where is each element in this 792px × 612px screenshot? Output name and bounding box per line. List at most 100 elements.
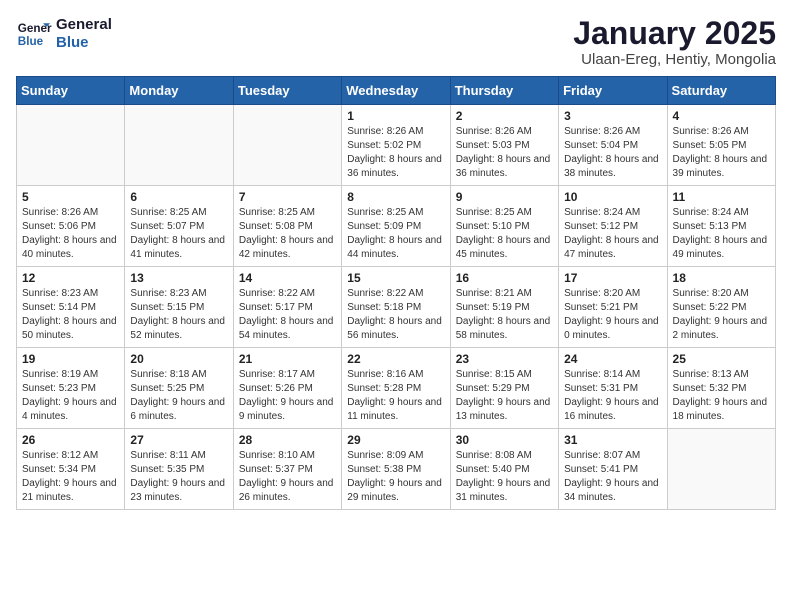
day-number-22: 22	[347, 352, 444, 366]
logo-text-blue: Blue	[56, 34, 112, 52]
day-cell-23: 23 Sunrise: 8:15 AM Sunset: 5:29 PM Dayli…	[450, 348, 558, 429]
day-info-23: Sunrise: 8:15 AM Sunset: 5:29 PM Dayligh…	[456, 368, 553, 424]
week-row-5: 26 Sunrise: 8:12 AM Sunset: 5:34 PM Dayli…	[17, 429, 776, 510]
day-info-5: Sunrise: 8:26 AM Sunset: 5:06 PM Dayligh…	[22, 206, 119, 262]
day-info-26: Sunrise: 8:12 AM Sunset: 5:34 PM Dayligh…	[22, 449, 119, 505]
day-cell-27: 27Sunrise: 8:11 AM Sunset: 5:35 PM Dayli…	[125, 429, 233, 510]
day-number-20: 20	[130, 352, 227, 366]
weekday-header-row: SundayMondayTuesdayWednesdayThursdayFrid…	[17, 77, 776, 105]
day-cell-6: 6 Sunrise: 8:25 AM Sunset: 5:07 PM Daylig…	[125, 186, 233, 267]
day-cell-12: 12 Sunrise: 8:23 AM Sunset: 5:14 PM Dayli…	[17, 267, 125, 348]
day-info-3: Sunrise: 8:26 AM Sunset: 5:04 PM Dayligh…	[564, 125, 661, 181]
svg-text:Blue: Blue	[18, 35, 44, 48]
day-info-6: Sunrise: 8:25 AM Sunset: 5:07 PM Dayligh…	[130, 206, 227, 262]
calendar-subtitle: Ulaan-Ereg, Hentiy, Mongolia	[573, 51, 776, 68]
header-wednesday: Wednesday	[342, 77, 450, 105]
day-info-15: Sunrise: 8:22 AM Sunset: 5:18 PM Dayligh…	[347, 287, 444, 343]
day-cell-11: 11Sunrise: 8:24 AM Sunset: 5:13 PM Dayli…	[667, 186, 775, 267]
day-info-17: Sunrise: 8:20 AM Sunset: 5:21 PM Dayligh…	[564, 287, 661, 343]
day-info-20: Sunrise: 8:18 AM Sunset: 5:25 PM Dayligh…	[130, 368, 227, 424]
day-number-29: 29	[347, 433, 444, 447]
day-number-9: 9	[456, 190, 553, 204]
day-cell-17: 17 Sunrise: 8:20 AM Sunset: 5:21 PM Dayli…	[559, 267, 667, 348]
empty-cell	[667, 429, 775, 510]
day-info-2: Sunrise: 8:26 AM Sunset: 5:03 PM Dayligh…	[456, 125, 553, 181]
day-number-2: 2	[456, 109, 553, 123]
header-sunday: Sunday	[17, 77, 125, 105]
calendar-table: SundayMondayTuesdayWednesdayThursdayFrid…	[16, 76, 776, 510]
day-cell-8: 8 Sunrise: 8:25 AM Sunset: 5:09 PM Daylig…	[342, 186, 450, 267]
header-saturday: Saturday	[667, 77, 775, 105]
day-cell-19: 19 Sunrise: 8:19 AM Sunset: 5:23 PM Dayli…	[17, 348, 125, 429]
day-info-25: Sunrise: 8:13 AM Sunset: 5:32 PM Dayligh…	[673, 368, 770, 424]
day-number-27: 27	[130, 433, 227, 447]
day-info-21: Sunrise: 8:17 AM Sunset: 5:26 PM Dayligh…	[239, 368, 336, 424]
day-cell-9: 9 Sunrise: 8:25 AM Sunset: 5:10 PM Daylig…	[450, 186, 558, 267]
day-number-8: 8	[347, 190, 444, 204]
day-number-1: 1	[347, 109, 444, 123]
header-tuesday: Tuesday	[233, 77, 341, 105]
day-cell-28: 28Sunrise: 8:10 AM Sunset: 5:37 PM Dayli…	[233, 429, 341, 510]
empty-cell	[233, 105, 341, 186]
day-cell-25: 25Sunrise: 8:13 AM Sunset: 5:32 PM Dayli…	[667, 348, 775, 429]
day-cell-3: 3 Sunrise: 8:26 AM Sunset: 5:04 PM Daylig…	[559, 105, 667, 186]
day-number-30: 30	[456, 433, 553, 447]
day-cell-20: 20 Sunrise: 8:18 AM Sunset: 5:25 PM Dayli…	[125, 348, 233, 429]
logo-icon: General Blue	[16, 16, 52, 52]
day-cell-4: 4Sunrise: 8:26 AM Sunset: 5:05 PM Daylig…	[667, 105, 775, 186]
day-cell-14: 14Sunrise: 8:22 AM Sunset: 5:17 PM Dayli…	[233, 267, 341, 348]
logo-text-general: General	[56, 16, 112, 34]
day-number-16: 16	[456, 271, 553, 285]
day-info-24: Sunrise: 8:14 AM Sunset: 5:31 PM Dayligh…	[564, 368, 661, 424]
day-cell-10: 10 Sunrise: 8:24 AM Sunset: 5:12 PM Dayli…	[559, 186, 667, 267]
day-cell-29: 29Sunrise: 8:09 AM Sunset: 5:38 PM Dayli…	[342, 429, 450, 510]
day-number-12: 12	[22, 271, 119, 285]
day-number-24: 24	[564, 352, 661, 366]
day-cell-30: 30Sunrise: 8:08 AM Sunset: 5:40 PM Dayli…	[450, 429, 558, 510]
day-info-9: Sunrise: 8:25 AM Sunset: 5:10 PM Dayligh…	[456, 206, 553, 262]
day-cell-22: 22Sunrise: 8:16 AM Sunset: 5:28 PM Dayli…	[342, 348, 450, 429]
day-info-18: Sunrise: 8:20 AM Sunset: 5:22 PM Dayligh…	[673, 287, 770, 343]
day-info-13: Sunrise: 8:23 AM Sunset: 5:15 PM Dayligh…	[130, 287, 227, 343]
day-number-31: 31	[564, 433, 661, 447]
day-number-5: 5	[22, 190, 119, 204]
logo: General Blue General Blue	[16, 16, 112, 52]
week-row-3: 12 Sunrise: 8:23 AM Sunset: 5:14 PM Dayli…	[17, 267, 776, 348]
day-number-3: 3	[564, 109, 661, 123]
day-info-19: Sunrise: 8:19 AM Sunset: 5:23 PM Dayligh…	[22, 368, 119, 424]
day-cell-24: 24 Sunrise: 8:14 AM Sunset: 5:31 PM Dayli…	[559, 348, 667, 429]
day-number-11: 11	[673, 190, 770, 204]
day-number-14: 14	[239, 271, 336, 285]
day-number-13: 13	[130, 271, 227, 285]
day-cell-7: 7 Sunrise: 8:25 AM Sunset: 5:08 PM Daylig…	[233, 186, 341, 267]
day-number-19: 19	[22, 352, 119, 366]
day-number-10: 10	[564, 190, 661, 204]
day-number-18: 18	[673, 271, 770, 285]
day-cell-5: 5 Sunrise: 8:26 AM Sunset: 5:06 PM Daylig…	[17, 186, 125, 267]
day-info-8: Sunrise: 8:25 AM Sunset: 5:09 PM Dayligh…	[347, 206, 444, 262]
day-info-12: Sunrise: 8:23 AM Sunset: 5:14 PM Dayligh…	[22, 287, 119, 343]
day-number-7: 7	[239, 190, 336, 204]
day-info-28: Sunrise: 8:10 AM Sunset: 5:37 PM Dayligh…	[239, 449, 336, 505]
day-cell-15: 15 Sunrise: 8:22 AM Sunset: 5:18 PM Dayli…	[342, 267, 450, 348]
day-number-23: 23	[456, 352, 553, 366]
day-number-17: 17	[564, 271, 661, 285]
day-number-6: 6	[130, 190, 227, 204]
week-row-4: 19 Sunrise: 8:19 AM Sunset: 5:23 PM Dayli…	[17, 348, 776, 429]
day-info-31: Sunrise: 8:07 AM Sunset: 5:41 PM Dayligh…	[564, 449, 661, 505]
day-cell-2: 2 Sunrise: 8:26 AM Sunset: 5:03 PM Daylig…	[450, 105, 558, 186]
page-header: General Blue General Blue January 2025 U…	[16, 16, 776, 68]
header-thursday: Thursday	[450, 77, 558, 105]
day-info-16: Sunrise: 8:21 AM Sunset: 5:19 PM Dayligh…	[456, 287, 553, 343]
day-info-10: Sunrise: 8:24 AM Sunset: 5:12 PM Dayligh…	[564, 206, 661, 262]
header-friday: Friday	[559, 77, 667, 105]
header-monday: Monday	[125, 77, 233, 105]
day-info-7: Sunrise: 8:25 AM Sunset: 5:08 PM Dayligh…	[239, 206, 336, 262]
day-cell-18: 18 Sunrise: 8:20 AM Sunset: 5:22 PM Dayli…	[667, 267, 775, 348]
empty-cell	[17, 105, 125, 186]
week-row-1: 1Sunrise: 8:26 AM Sunset: 5:02 PM Daylig…	[17, 105, 776, 186]
empty-cell	[125, 105, 233, 186]
day-cell-1: 1Sunrise: 8:26 AM Sunset: 5:02 PM Daylig…	[342, 105, 450, 186]
day-number-15: 15	[347, 271, 444, 285]
day-number-26: 26	[22, 433, 119, 447]
